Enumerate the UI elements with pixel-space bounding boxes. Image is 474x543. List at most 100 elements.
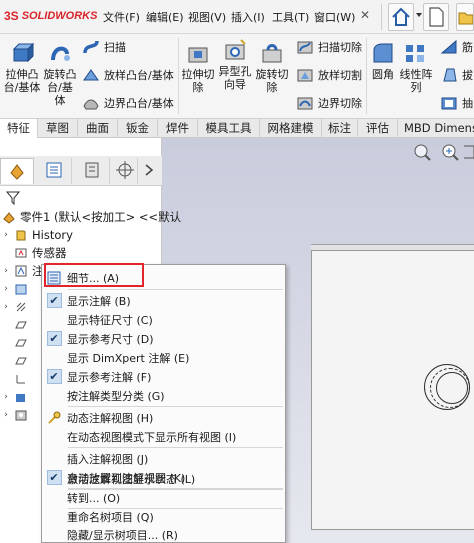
tab-surfaces[interactable]: 曲面	[78, 119, 118, 138]
tab-mbd-dimension[interactable]: MBD Dimensi	[398, 119, 474, 138]
menu-item-sort-by-type[interactable]: 按注解类型分类 (G)	[42, 386, 285, 405]
tree-item-hidden[interactable]: ›	[0, 280, 32, 298]
menu-item-show-reference-annotations[interactable]: ✔ 显示参考注解 (F)	[42, 367, 285, 386]
hole-wizard-icon	[225, 39, 246, 60]
command-manager-tabs: 特征 草图 曲面 钣金 焊件 模具工具 网格建模 标注 评估 MBD Dimen…	[0, 118, 474, 138]
home-button[interactable]	[388, 3, 414, 31]
menu-item-show-reference-dimensions[interactable]: ✔ 显示参考尺寸 (D)	[42, 329, 285, 348]
revolve-boss-icon	[51, 46, 70, 61]
linear-pattern-button[interactable]: 线性阵列	[398, 40, 434, 94]
menu-item-rename-tree-item[interactable]: 重命名树项目 (Q)	[42, 507, 285, 526]
extrude-boss-button[interactable]: 拉伸凸台/基体	[2, 40, 42, 94]
tab-mold-tools[interactable]: 模具工具	[198, 119, 260, 138]
zoom-area-icon[interactable]	[440, 142, 460, 162]
tree-item-hidden[interactable]	[0, 370, 32, 388]
propertymanager-tab[interactable]	[38, 158, 72, 184]
tree-item-hidden[interactable]	[0, 352, 32, 370]
menu-item-label: 转到... (O)	[67, 491, 121, 505]
boundary-cut-button[interactable]: 边界切除	[296, 94, 362, 112]
highlight-box	[44, 263, 144, 287]
revolve-boss-button[interactable]: 旋转凸台/基体	[42, 40, 78, 107]
loft-boss-button[interactable]: 放样凸台/基体	[82, 66, 174, 84]
tab-weldments[interactable]: 焊件	[158, 119, 198, 138]
ribbon-divider	[178, 38, 179, 114]
sweep-cut-button[interactable]: 扫描切除	[296, 38, 362, 56]
menu-tools[interactable]: 工具(T)	[272, 9, 309, 25]
tree-item-part-label: 零件1 (默认<按加工> <<默认	[20, 210, 182, 224]
menu-edit[interactable]: 编辑(E)	[146, 9, 184, 25]
shell-button[interactable]: 抽	[440, 94, 473, 112]
menu-item-show-annotations[interactable]: ✔ 显示注解 (B)	[42, 291, 285, 310]
shell-icon	[441, 97, 457, 110]
menu-item-activate-display-state[interactable]: 激活注解视图显示状态 (L)	[42, 469, 285, 488]
panel-scroll-right[interactable]	[140, 158, 160, 184]
sweep-button[interactable]: 扫描	[82, 38, 126, 56]
open-button[interactable]	[456, 3, 474, 31]
material-icon	[16, 302, 26, 312]
chevron-down-icon[interactable]	[416, 13, 422, 17]
hole-wizard-label: 异型孔向导	[218, 65, 252, 91]
sweep-label: 扫描	[104, 41, 126, 54]
extrude-cut-button[interactable]: 拉伸切除	[180, 40, 216, 94]
tree-item-hidden[interactable]	[0, 316, 32, 334]
menu-item-label: 显示参考注解 (F)	[67, 370, 152, 384]
menu-item-insert-annotation-view[interactable]: 插入注解视图 (J)	[42, 449, 285, 468]
menu-view[interactable]: 视图(V)	[188, 9, 226, 25]
draft-icon	[443, 68, 457, 82]
tab-mesh-modeling[interactable]: 网格建模	[260, 119, 322, 138]
sweep-cut-label: 扫描切除	[318, 41, 362, 54]
tree-item-part[interactable]: 零件1 (默认<按加工> <<默认	[0, 208, 181, 226]
tab-sheet-metal[interactable]: 钣金	[118, 119, 158, 138]
origin-icon	[16, 375, 25, 384]
tree-item-sensors[interactable]: 传感器	[0, 244, 67, 262]
fillet-button[interactable]: 圆角	[368, 40, 398, 81]
tree-item-hidden[interactable]: ›	[0, 406, 32, 424]
zoom-to-fit-icon[interactable]	[412, 142, 432, 162]
tree-item-history[interactable]: › History	[0, 226, 73, 244]
extrude-cut-icon	[188, 47, 208, 63]
loft-cut-button[interactable]: 放样切割	[296, 66, 362, 84]
featuremanager-tab[interactable]	[0, 158, 34, 184]
revolve-cut-button[interactable]: 旋转切除	[254, 40, 290, 94]
hole-wizard-button[interactable]: 异型孔向导	[216, 37, 254, 91]
fillet-label: 圆角	[372, 68, 394, 81]
filter-icon[interactable]	[5, 190, 21, 209]
boundary-boss-button[interactable]: 边界凸台/基体	[82, 94, 174, 112]
new-file-icon	[429, 7, 444, 27]
tree-item-hidden[interactable]: ›	[0, 388, 32, 406]
dimxpert-tab[interactable]	[114, 158, 138, 184]
menu-item-label: 按注解类型分类 (G)	[67, 389, 165, 403]
feature-ribbon: 拉伸凸台/基体 旋转凸台/基体 扫描 放样凸台/基体 边界凸台/基体 拉伸切除 …	[0, 34, 474, 118]
previous-view-icon[interactable]	[462, 142, 474, 162]
history-icon	[16, 230, 26, 241]
menu-item-show-feature-dimensions[interactable]: 显示特征尺寸 (C)	[42, 310, 285, 329]
expand-icon[interactable]: ›	[0, 230, 12, 240]
tree-item-hidden[interactable]	[0, 334, 32, 352]
pin-icon[interactable]: ✕	[360, 8, 370, 22]
tab-features[interactable]: 特征	[0, 119, 38, 138]
menu-insert[interactable]: 插入(I)	[231, 9, 265, 25]
menu-window[interactable]: 窗口(W)	[314, 9, 355, 25]
ribbon-divider	[366, 38, 367, 114]
tree-item-hidden[interactable]: ›	[0, 298, 32, 316]
panel-tabs	[0, 156, 162, 186]
title-bar: 3S SOLIDWORKS 文件(F) 编辑(E) 视图(V) 插入(I) 工具…	[0, 0, 474, 34]
sweep-icon	[83, 40, 99, 54]
tab-markup[interactable]: 标注	[322, 119, 358, 138]
tab-evaluate[interactable]: 评估	[358, 119, 398, 138]
menu-file[interactable]: 文件(F)	[103, 9, 140, 25]
dynamic-annotation-icon	[48, 411, 61, 424]
expand-icon[interactable]: ›	[0, 266, 12, 276]
tab-sketch[interactable]: 草图	[38, 119, 78, 138]
rib-button[interactable]: 筋	[440, 38, 473, 56]
draft-button[interactable]: 拔	[440, 66, 473, 84]
menu-item-hide-show-tree-items[interactable]: 隐藏/显示树项目... (R)	[42, 525, 285, 543]
tree-item-history-label: History	[32, 228, 73, 242]
menu-item-label: 显示注解 (B)	[67, 294, 131, 308]
menu-item-show-dimxpert[interactable]: 显示 DimXpert 注解 (E)	[42, 348, 285, 367]
menu-item-go-to[interactable]: 转到... (O)	[42, 488, 285, 507]
configurationmanager-tab[interactable]	[76, 158, 110, 184]
menu-item-show-all-views[interactable]: 在动态视图模式下显示所有视图 (I)	[42, 427, 285, 446]
new-document-button[interactable]	[423, 3, 449, 31]
menu-item-dynamic-annotation-views[interactable]: 动态注解视图 (H)	[42, 408, 285, 427]
